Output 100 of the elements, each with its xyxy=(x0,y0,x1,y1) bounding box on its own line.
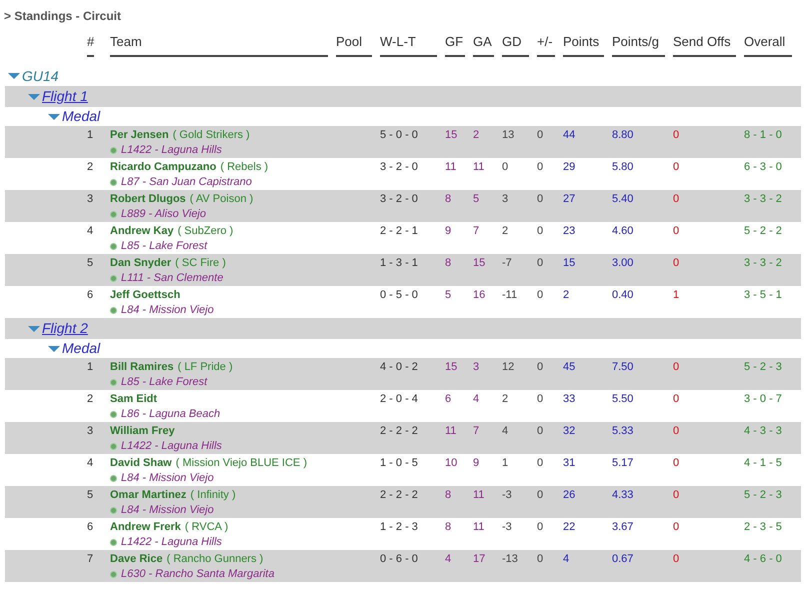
rank-cell: 5 xyxy=(87,489,94,501)
record-cell: 3 - 2 - 0 xyxy=(380,161,418,173)
page-title: > Standings - Circuit xyxy=(4,9,122,23)
rank-cell: 4 xyxy=(87,225,94,237)
column-header[interactable]: GF xyxy=(445,32,465,56)
player-name: Per Jensen xyxy=(110,129,169,142)
pool-label[interactable]: Medal xyxy=(62,106,100,127)
stat-cell: -7 xyxy=(502,257,512,269)
stat-cell: 22 xyxy=(563,521,576,533)
column-header[interactable]: Send Offs xyxy=(673,32,736,56)
stat-cell: 15 xyxy=(473,257,486,269)
stat-cell: 11 xyxy=(445,425,456,437)
record-cell: 1 - 3 - 1 xyxy=(380,257,418,269)
column-header[interactable]: Points/g xyxy=(612,32,665,56)
stat-cell: -3 xyxy=(502,521,512,533)
team-name: ( SC Fire ) xyxy=(175,257,226,270)
record-cell: 2 - 0 - 4 xyxy=(380,393,418,405)
collapse-triangle-icon[interactable] xyxy=(48,112,60,120)
record-cell: 3 - 2 - 0 xyxy=(380,193,418,205)
stat-cell: 9 xyxy=(445,225,452,237)
collapse-triangle-icon[interactable] xyxy=(28,324,40,332)
stat-cell: 11 xyxy=(473,489,484,501)
stat-cell: 31 xyxy=(563,457,576,469)
stat-cell: 0 xyxy=(673,425,680,437)
collapse-triangle-icon[interactable] xyxy=(48,344,60,352)
stat-cell: 32 xyxy=(563,425,576,437)
record-cell: 1 - 0 - 5 xyxy=(380,457,418,469)
location-text: L1422 - Laguna Hills xyxy=(121,440,222,453)
globe-icon xyxy=(110,275,117,282)
stat-cell: 7.50 xyxy=(612,361,634,373)
stat-cell: 0 xyxy=(673,193,680,205)
globe-icon xyxy=(110,539,117,546)
stat-cell: 0 xyxy=(673,457,680,469)
stat-cell: 3.00 xyxy=(612,257,634,269)
stat-cell: 8 xyxy=(445,193,452,205)
collapse-triangle-icon[interactable] xyxy=(8,72,20,80)
player-name: Dave Rice xyxy=(110,553,163,566)
column-header[interactable]: +/- xyxy=(537,32,555,56)
stat-cell: 6 - 3 - 0 xyxy=(744,161,782,173)
stat-cell: 9 xyxy=(473,457,480,469)
stat-cell: 2 xyxy=(473,129,480,141)
player-name: William Frey xyxy=(110,425,175,438)
stat-cell: 2 xyxy=(502,225,508,237)
flight-link[interactable]: Flight 1 xyxy=(42,86,88,107)
collapse-triangle-icon[interactable] xyxy=(28,92,40,100)
stat-cell: 11 xyxy=(473,161,484,173)
column-header[interactable]: Overall xyxy=(744,32,792,56)
rank-cell: 1 xyxy=(87,129,94,141)
stat-cell: 5 - 2 - 3 xyxy=(744,361,782,373)
stat-cell: 7 xyxy=(473,225,480,237)
stat-cell: 2 - 3 - 5 xyxy=(744,521,782,533)
stat-cell: -3 xyxy=(502,489,512,501)
stat-cell: 5.40 xyxy=(612,193,634,205)
stat-cell: 27 xyxy=(563,193,576,205)
player-name: Bill Ramires xyxy=(110,361,174,374)
stat-cell: 8 - 1 - 0 xyxy=(744,129,782,141)
globe-icon xyxy=(110,179,117,186)
globe-icon xyxy=(110,379,117,386)
team-name: ( RVCA ) xyxy=(184,521,228,534)
stat-cell: -11 xyxy=(502,289,518,301)
stat-cell: 10 xyxy=(445,457,458,469)
stat-cell: 23 xyxy=(563,225,576,237)
stat-cell: 4 xyxy=(473,393,480,405)
stat-cell: 29 xyxy=(563,161,576,173)
stat-cell: 13 xyxy=(502,129,514,141)
globe-icon xyxy=(110,443,117,450)
rank-cell: 5 xyxy=(87,257,94,269)
stat-cell: 0 xyxy=(537,193,544,205)
stat-cell: 8.80 xyxy=(612,129,634,141)
stat-cell: 2 xyxy=(502,393,508,405)
group-label[interactable]: GU14 xyxy=(22,66,59,86)
column-header[interactable]: Team xyxy=(110,32,328,56)
column-header[interactable]: # xyxy=(87,32,94,56)
stat-cell: 11 xyxy=(445,161,456,173)
team-name: ( Gold Strikers ) xyxy=(172,129,250,142)
stat-cell: 0 xyxy=(537,457,544,469)
team-name: ( LF Pride ) xyxy=(178,361,233,374)
column-header[interactable]: Pool xyxy=(336,32,372,56)
team-name: ( AV Poison ) xyxy=(190,193,254,206)
stat-cell: 0 xyxy=(673,257,680,269)
column-header[interactable]: GD xyxy=(502,32,529,56)
globe-icon xyxy=(110,475,117,482)
stat-cell: 8 xyxy=(445,521,452,533)
flight-link[interactable]: Flight 2 xyxy=(42,318,88,339)
stat-cell: 5.50 xyxy=(612,393,634,405)
column-header[interactable]: Points xyxy=(563,32,604,56)
stat-cell: 3 - 3 - 2 xyxy=(744,193,782,205)
stat-cell: 5 - 2 - 3 xyxy=(744,489,782,501)
stat-cell: 0 xyxy=(673,161,680,173)
stat-cell: 4 - 3 - 3 xyxy=(744,425,782,437)
stat-cell: 16 xyxy=(473,289,486,301)
rank-cell: 7 xyxy=(87,553,94,565)
location-text: L1422 - Laguna Hills xyxy=(121,536,222,549)
pool-label[interactable]: Medal xyxy=(62,338,100,359)
stat-cell: 33 xyxy=(563,393,576,405)
stat-cell: 3 xyxy=(473,361,480,373)
stat-cell: 0 xyxy=(673,489,680,501)
stat-cell: 0 xyxy=(673,129,680,141)
column-header[interactable]: GA xyxy=(473,32,494,56)
column-header[interactable]: W-L-T xyxy=(380,32,437,56)
